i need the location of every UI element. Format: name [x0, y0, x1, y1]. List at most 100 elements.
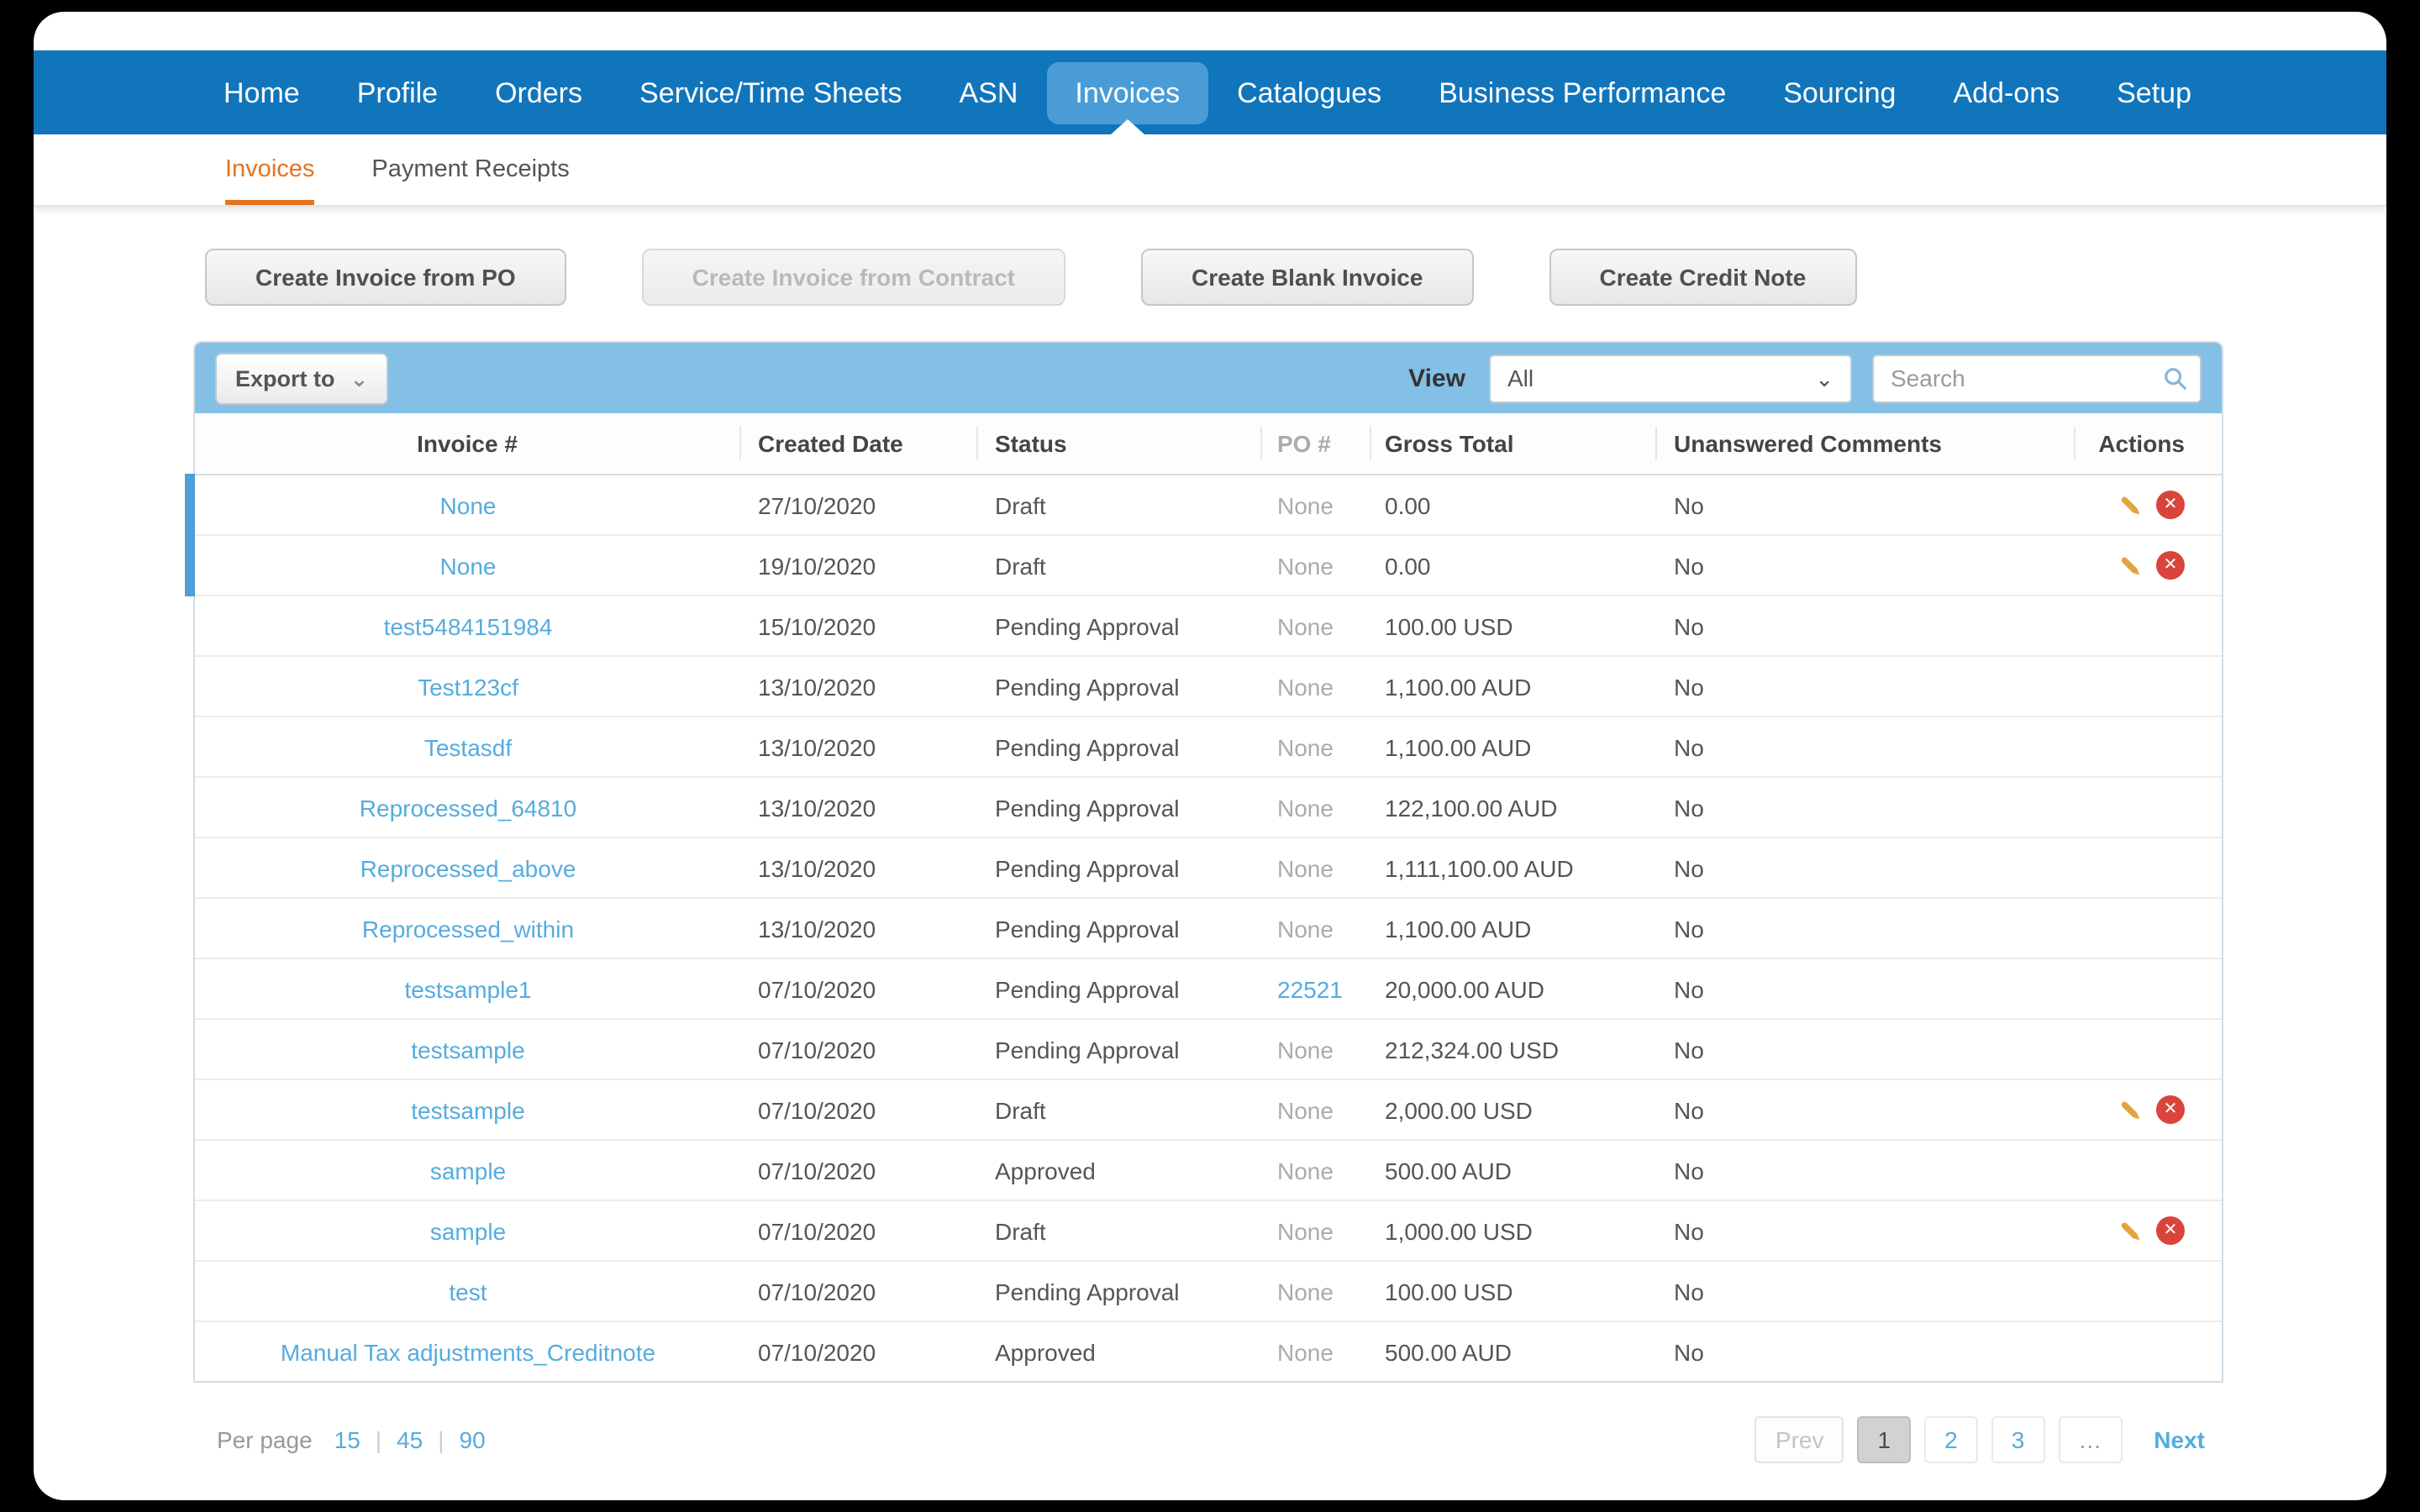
nav-item-home[interactable]: Home — [195, 61, 329, 123]
nav-item-catalogues[interactable]: Catalogues — [1208, 61, 1410, 123]
page-button-1[interactable]: 1 — [1857, 1416, 1912, 1463]
po-number-cell: None — [1277, 673, 1334, 700]
created-date-cell: 07/10/2020 — [758, 1217, 876, 1244]
column-header-status[interactable]: Status — [978, 427, 1262, 460]
table-footer: Per page 15 | 45 | 90 Prev 1 2 3 … Next — [193, 1416, 2223, 1463]
gross-total-cell: 1,111,100.00 AUD — [1385, 854, 1574, 881]
invoice-number-link[interactable]: None — [440, 491, 497, 518]
invoice-number-link[interactable]: test5484151984 — [384, 612, 553, 639]
app-window: Home Profile Orders Service/Time Sheets ASN I… — [34, 12, 2386, 1500]
invoice-number-link[interactable]: sample — [430, 1217, 506, 1244]
subnav-tab-payment-receipts[interactable]: Payment Receipts — [371, 134, 569, 205]
invoice-number-link[interactable]: Manual Tax adjustments_Creditnote — [281, 1338, 655, 1365]
invoice-row: Reprocessed_64810 13/10/2020 Pending App… — [195, 778, 2222, 838]
per-page-option-90[interactable]: 90 — [460, 1426, 486, 1453]
invoice-number-link[interactable]: Reprocessed_64810 — [360, 794, 576, 821]
invoice-number-link[interactable]: Testasdf — [424, 733, 512, 760]
gross-total-cell: 500.00 AUD — [1385, 1338, 1512, 1365]
export-to-label: Export to — [235, 365, 335, 391]
column-header-actions[interactable]: Actions — [2075, 427, 2222, 460]
invoice-row: Reprocessed_above 13/10/2020 Pending App… — [195, 838, 2222, 899]
invoice-number-link[interactable]: testsample1 — [405, 975, 532, 1002]
invoice-number-cell: testsample — [195, 1096, 741, 1123]
nav-item-asn[interactable]: ASN — [930, 61, 1046, 123]
po-number-cell: None — [1277, 733, 1334, 760]
created-date-cell: 13/10/2020 — [758, 854, 876, 881]
create-buttons-row: Create Invoice from PO Create Invoice fro… — [205, 249, 2386, 306]
po-number-cell: None — [1277, 794, 1334, 821]
status-cell: Pending Approval — [995, 673, 1180, 700]
create-blank-invoice-button[interactable]: Create Blank Invoice — [1141, 249, 1474, 306]
invoice-number-cell: Reprocessed_64810 — [195, 794, 741, 821]
invoice-number-link[interactable]: Reprocessed_within — [362, 915, 574, 942]
invoice-number-cell: test5484151984 — [195, 612, 741, 639]
status-cell: Draft — [995, 491, 1046, 518]
nav-item-business-performance[interactable]: Business Performance — [1410, 61, 1754, 123]
invoice-number-cell: Reprocessed_within — [195, 915, 741, 942]
edit-pencil-icon[interactable] — [2116, 551, 2144, 580]
invoice-row: testsample 07/10/2020 Draft None 2,000.0… — [195, 1080, 2222, 1141]
per-page-control: Per page 15 | 45 | 90 — [217, 1426, 491, 1453]
per-page-option-15[interactable]: 15 — [334, 1426, 360, 1453]
edit-pencil-icon[interactable] — [2116, 1216, 2144, 1245]
invoice-row: sample 07/10/2020 Draft None 1,000.00 US… — [195, 1201, 2222, 1262]
nav-item-sourcing[interactable]: Sourcing — [1754, 61, 1924, 123]
toolbar-right-group: View All ⌄ — [1408, 354, 2202, 402]
invoice-number-link[interactable]: None — [440, 552, 497, 579]
delete-invoice-icon[interactable]: ✕ — [2156, 491, 2185, 519]
invoice-number-link[interactable]: sample — [430, 1157, 506, 1184]
column-header-unanswered-comments[interactable]: Unanswered Comments — [1657, 427, 2075, 460]
subnav-tab-invoices[interactable]: Invoices — [225, 134, 315, 205]
separator: | — [438, 1426, 445, 1453]
gross-total-cell: 100.00 USD — [1385, 612, 1513, 639]
invoice-number-link[interactable]: testsample — [411, 1096, 524, 1123]
po-number-link[interactable]: 22521 — [1262, 975, 1371, 1002]
delete-invoice-icon[interactable]: ✕ — [2156, 1216, 2185, 1245]
actions-cell: ✕ — [2075, 551, 2222, 580]
gross-total-cell: 212,324.00 USD — [1385, 1036, 1560, 1063]
search-input[interactable] — [1872, 354, 2202, 402]
po-number-cell: None — [1277, 1036, 1334, 1063]
status-cell: Pending Approval — [995, 915, 1180, 942]
invoice-number-link[interactable]: Test123cf — [418, 673, 518, 700]
nav-item-setup[interactable]: Setup — [2088, 61, 2220, 123]
delete-invoice-icon[interactable]: ✕ — [2156, 1095, 2185, 1124]
view-select[interactable]: All ⌄ — [1489, 354, 1852, 402]
create-invoice-from-po-button[interactable]: Create Invoice from PO — [205, 249, 566, 306]
per-page-option-45[interactable]: 45 — [397, 1426, 423, 1453]
column-header-invoice[interactable]: Invoice # — [195, 427, 741, 460]
nav-item-orders[interactable]: Orders — [466, 61, 611, 123]
search-icon[interactable] — [2163, 365, 2188, 391]
nav-item-profile[interactable]: Profile — [329, 61, 466, 123]
nav-item-add-ons[interactable]: Add-ons — [1924, 61, 2088, 123]
created-date-cell: 19/10/2020 — [758, 552, 876, 579]
edit-pencil-icon[interactable] — [2116, 1095, 2144, 1124]
created-date-cell: 07/10/2020 — [758, 1036, 876, 1063]
edit-pencil-icon[interactable] — [2116, 491, 2144, 519]
po-number-cell: None — [1277, 552, 1334, 579]
export-to-button[interactable]: Export to ⌄ — [215, 352, 389, 404]
nav-item-invoices[interactable]: Invoices — [1046, 61, 1209, 123]
page-button-2[interactable]: 2 — [1924, 1416, 1978, 1463]
unanswered-comments-cell: No — [1674, 612, 1704, 639]
invoice-number-link[interactable]: test — [449, 1278, 487, 1305]
invoice-number-link[interactable]: testsample — [411, 1036, 524, 1063]
screen: Home Profile Orders Service/Time Sheets ASN I… — [0, 0, 2420, 1512]
nav-item-service-time-sheets[interactable]: Service/Time Sheets — [611, 61, 930, 123]
created-date-cell: 07/10/2020 — [758, 975, 876, 1002]
created-date-cell: 07/10/2020 — [758, 1338, 876, 1365]
create-invoice-from-contract-button[interactable]: Create Invoice from Contract — [641, 249, 1065, 306]
column-header-po[interactable]: PO # — [1262, 427, 1371, 460]
delete-invoice-icon[interactable]: ✕ — [2156, 551, 2185, 580]
next-page-button[interactable]: Next — [2135, 1418, 2223, 1462]
invoice-number-link[interactable]: Reprocessed_above — [360, 854, 576, 881]
create-credit-note-button[interactable]: Create Credit Note — [1549, 249, 1857, 306]
status-cell: Pending Approval — [995, 1278, 1180, 1305]
column-header-created-date[interactable]: Created Date — [741, 427, 978, 460]
prev-page-button[interactable]: Prev — [1754, 1416, 1844, 1463]
created-date-cell: 07/10/2020 — [758, 1157, 876, 1184]
page-button-3[interactable]: 3 — [1991, 1416, 2045, 1463]
gross-total-cell: 100.00 USD — [1385, 1278, 1513, 1305]
invoice-row: None 27/10/2020 Draft None 0.00 No ✕ — [185, 474, 2222, 536]
column-header-gross-total[interactable]: Gross Total — [1371, 427, 1657, 460]
